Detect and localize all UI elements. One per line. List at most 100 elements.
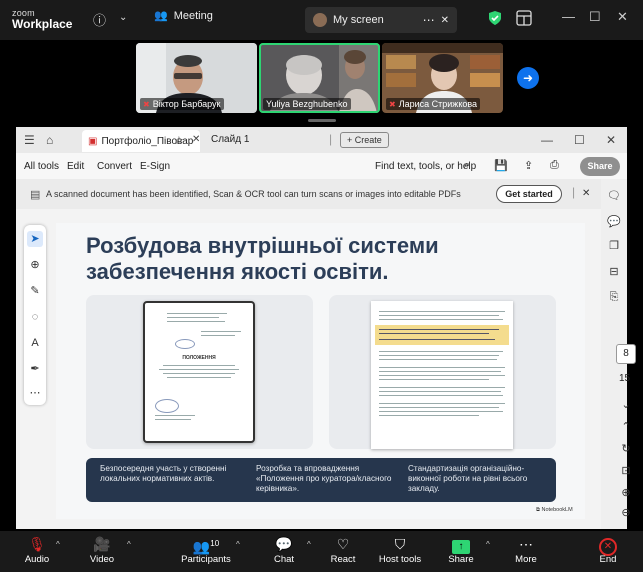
audio-label: Audio: [24, 554, 50, 565]
close-icon[interactable]: ✕: [441, 15, 449, 26]
chevron-up-icon[interactable]: ^: [486, 540, 490, 549]
menu-e-sign[interactable]: E-Sign: [140, 161, 170, 172]
chevron-up-icon[interactable]: ^: [236, 540, 240, 549]
chat-icon: 💬: [275, 536, 293, 552]
star-icon[interactable]: ☆: [174, 134, 184, 147]
acrobat-menu-bar: All tools Edit Convert E-Sign Find text,…: [16, 153, 627, 179]
comment-add-icon[interactable]: 💬: [606, 215, 622, 228]
save-icon[interactable]: 💾: [494, 159, 508, 172]
close-window-button[interactable]: ✕: [606, 133, 616, 147]
maximize-button[interactable]: ☐: [589, 9, 601, 25]
document-image-card: [329, 295, 556, 449]
host-tools-label: Host tools: [378, 554, 422, 565]
page-down-icon[interactable]: ⌄: [616, 398, 636, 411]
bookmark-icon[interactable]: ⊟: [606, 265, 622, 278]
people-icon: 👥: [154, 10, 168, 22]
tab-slide-1[interactable]: Слайд 1: [211, 134, 249, 145]
participants-button[interactable]: 👥10 Participants: [176, 534, 236, 565]
add-comment-icon[interactable]: ⊕: [27, 257, 43, 273]
resize-handle[interactable]: [308, 119, 336, 122]
refresh-icon[interactable]: ↻: [616, 442, 636, 455]
text-box-icon[interactable]: A: [27, 335, 43, 351]
pages-icon[interactable]: ❐: [606, 239, 622, 252]
shield-check-icon[interactable]: [487, 10, 503, 26]
participant-name-tag: ✖ Лариса Стрижкова: [386, 98, 481, 110]
apps-icon[interactable]: [516, 10, 532, 26]
fit-page-icon[interactable]: ⊡: [616, 464, 636, 477]
get-started-button[interactable]: Get started: [496, 185, 562, 203]
share-button[interactable]: Share: [580, 157, 620, 176]
chat-button[interactable]: 💬 Chat: [254, 534, 314, 565]
lasso-icon[interactable]: ◌: [27, 309, 43, 325]
upload-icon[interactable]: ⇪: [524, 159, 533, 172]
band-text-1: Безпосередня участь у створенні локальни…: [100, 464, 227, 483]
chevron-up-icon[interactable]: ^: [127, 540, 131, 549]
print-icon[interactable]: ⎙: [550, 159, 559, 172]
more-options-icon[interactable]: ⋯: [423, 13, 435, 27]
menu-convert[interactable]: Convert: [97, 161, 132, 172]
host-tools-button[interactable]: ⛉ Host tools: [370, 534, 430, 565]
heart-icon: ♡: [336, 536, 350, 552]
zoom-in-icon[interactable]: ⊕: [616, 486, 636, 499]
react-button[interactable]: ♡ React: [313, 534, 373, 565]
mic-off-icon: ✖: [389, 99, 396, 109]
logo-text-bottom: Workplace: [12, 17, 73, 31]
avatar: [313, 13, 327, 27]
close-tab-icon[interactable]: ✕: [192, 134, 200, 145]
page-up-icon[interactable]: ⌃: [616, 420, 636, 433]
minimize-button[interactable]: —: [562, 9, 575, 24]
video-tile[interactable]: ✖ Лариса Стрижкова: [382, 43, 503, 113]
video-label: Video: [89, 554, 115, 565]
find-search-box[interactable]: Find text, tools, or help: [375, 161, 476, 172]
minimize-button[interactable]: —: [541, 133, 553, 147]
notebooklm-label: NotebookLM: [541, 507, 573, 513]
share-screen-button[interactable]: ↑ Share: [431, 534, 491, 565]
band-text-3: Стандартизація організаційно-виконної ро…: [408, 464, 528, 493]
react-label: React: [330, 554, 356, 565]
mic-off-icon: ✖: [143, 99, 150, 109]
end-button[interactable]: ✕ End: [578, 534, 638, 565]
video-tile[interactable]: ✖ Віктор Барбарук: [136, 43, 257, 113]
next-page-arrow-button[interactable]: ➜: [517, 67, 539, 89]
video-button[interactable]: 🎥 Video: [72, 534, 132, 565]
slide-title: Розбудова внутрішньої системи забезпечен…: [86, 233, 439, 284]
search-icon[interactable]: ⌕: [464, 159, 470, 172]
more-button[interactable]: ⋯ More: [496, 534, 556, 565]
comment-icon[interactable]: 🗨: [606, 189, 622, 202]
document-scan-icon: ▤: [30, 189, 41, 201]
chevron-down-icon[interactable]: ⌄: [119, 12, 127, 23]
more-tools-icon[interactable]: ⋯: [27, 385, 43, 401]
zoom-logo: zoom Workplace: [12, 8, 72, 30]
video-strip: ✖ Віктор Барбарук Yuliya Bezghubenko ✖ Л…: [136, 43, 503, 115]
draw-pen-icon[interactable]: ✎: [27, 283, 43, 299]
band-text-2: Розробка та впровадження «Положення про …: [256, 464, 392, 493]
tab-meeting[interactable]: 👥 Meeting: [154, 9, 213, 23]
create-button[interactable]: + Create: [340, 132, 389, 148]
audio-button[interactable]: 🎙 Audio: [7, 534, 67, 565]
maximize-button[interactable]: ☐: [574, 133, 585, 147]
hamburger-menu-icon[interactable]: ☰: [24, 133, 35, 147]
info-icon[interactable]: ⓘ: [93, 10, 106, 29]
home-icon[interactable]: ⌂: [46, 133, 53, 147]
select-cursor-icon[interactable]: ➤: [27, 231, 43, 247]
highlight: [375, 325, 509, 345]
attachment-icon[interactable]: ⎘: [606, 291, 622, 304]
camera-icon: 🎥: [93, 536, 111, 552]
sign-icon[interactable]: ✒: [27, 361, 43, 377]
close-window-button[interactable]: ✕: [617, 9, 628, 25]
menu-edit[interactable]: Edit: [67, 161, 84, 172]
chevron-up-icon[interactable]: ^: [56, 540, 60, 549]
tab-meeting-label: Meeting: [173, 9, 213, 22]
tab-my-screen[interactable]: My screen ⋯ ✕: [305, 7, 457, 33]
video-tile[interactable]: Yuliya Bezghubenko: [259, 43, 380, 113]
zoom-out-icon[interactable]: ⊖: [616, 506, 636, 519]
menu-all-tools[interactable]: All tools: [24, 161, 59, 172]
participant-name-tag: ✖ Віктор Барбарук: [140, 98, 224, 110]
zoom-control-bar: 🎙 Audio ^ 🎥 Video ^ 👥10 Participants ^ 💬…: [0, 531, 643, 572]
paper-heading: ПОЛОЖЕННЯ: [182, 355, 216, 361]
chevron-up-icon[interactable]: ^: [307, 540, 311, 549]
page-number-input[interactable]: 8: [616, 344, 636, 364]
zoom-top-bar: zoom Workplace ⓘ ⌄ 👥 Meeting My screen ⋯…: [0, 0, 643, 40]
close-icon[interactable]: ✕: [582, 188, 590, 199]
more-label: More: [515, 554, 537, 565]
